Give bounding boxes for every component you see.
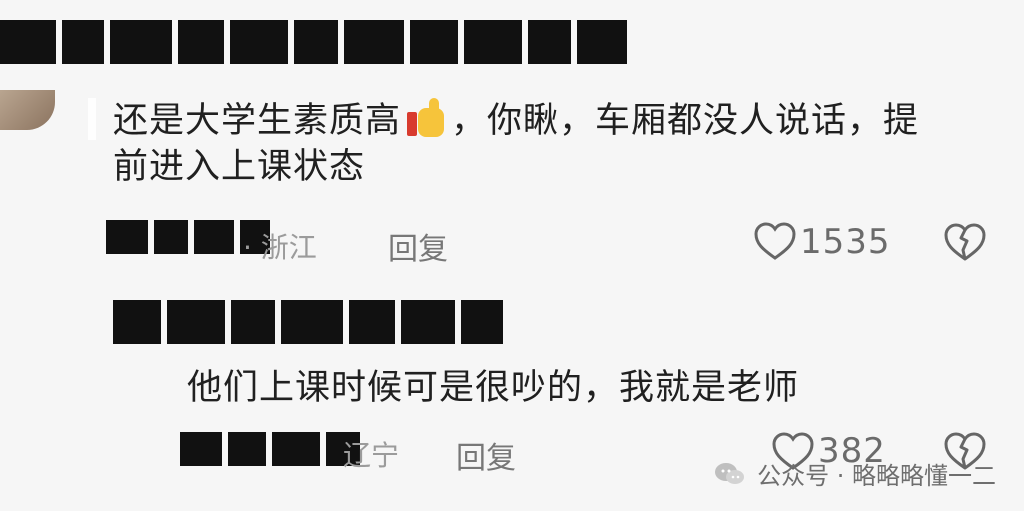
comment-1-body-line2: 前进入上课状态 xyxy=(113,146,366,187)
comment-1-reply-button[interactable]: 回复 xyxy=(388,224,448,268)
redacted-comment-2-date xyxy=(180,432,360,466)
comment-2-body: 他们上课时候可是很吵的，我就是老师 xyxy=(187,368,800,408)
like-heart-icon[interactable] xyxy=(752,220,798,262)
thumbs-up-icon xyxy=(405,98,447,140)
comment-1-body-part1: 还是大学生素质高 xyxy=(113,101,402,141)
wechat-watermark: 公众号 · 略略略懂一二 xyxy=(713,456,996,491)
redacted-username-1 xyxy=(0,20,627,64)
comment-thread-screen: 还是大学生素质高 ，你瞅，车厢都没人说话，提 前进入上课状态 · 浙江 回复 15… xyxy=(0,0,1024,511)
watermark-text: 公众号 · 略略略懂一二 xyxy=(757,462,996,490)
comment-1-body-part2: ，你瞅，车厢都没人说话，提 xyxy=(451,101,920,141)
comment-1-body: 还是大学生素质高 ，你瞅，车厢都没人说话，提 前进入上课状态 xyxy=(113,98,993,190)
comment-1-like-count: 1535 xyxy=(800,222,891,262)
redacted-username-2 xyxy=(113,300,503,344)
comment-2-reply-button[interactable]: 回复 xyxy=(456,433,516,477)
redaction-gap xyxy=(88,98,96,140)
broken-heart-icon[interactable] xyxy=(942,221,988,263)
comment-2-location: 辽宁 xyxy=(343,439,400,472)
commenter-avatar[interactable] xyxy=(0,90,55,130)
wechat-icon xyxy=(715,462,745,484)
comment-1-location: · 浙江 xyxy=(243,231,317,264)
